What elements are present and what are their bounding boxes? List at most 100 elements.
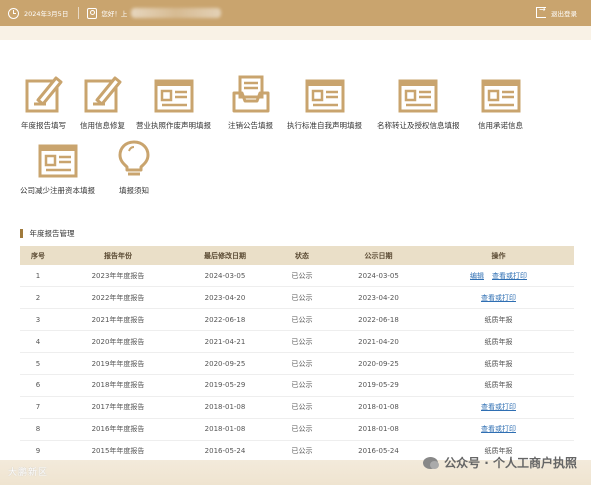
edit-link[interactable]: 编辑 bbox=[470, 272, 484, 280]
tile-label: 营业执照作废声明填报 bbox=[136, 121, 211, 130]
tile-credit-repair[interactable]: 信用信息修复 bbox=[80, 74, 125, 131]
tile-license-void[interactable]: 营业执照作废声明填报 bbox=[136, 78, 211, 131]
tile-label: 信用承诺信息 bbox=[478, 121, 523, 130]
publish-date: 2023-04-20 bbox=[334, 286, 423, 310]
report-year: 2017年年度报告 bbox=[56, 396, 180, 419]
document-card-icon bbox=[38, 144, 77, 178]
row-number: 1 bbox=[20, 265, 56, 288]
row-number: 4 bbox=[20, 330, 56, 354]
document-card-icon bbox=[305, 79, 344, 113]
report-year: 2015年年度报告 bbox=[56, 440, 180, 463]
row-operations: 纸质年报 bbox=[423, 308, 574, 332]
document-card-icon bbox=[154, 79, 193, 113]
row-number: 8 bbox=[20, 418, 56, 441]
current-date: 2024年3月5日 bbox=[24, 10, 69, 18]
status-text: 已公示 bbox=[270, 440, 334, 463]
table-row: 5 2019年年度报告 2020-09-25 已公示 2020-09-25 纸质年报 bbox=[20, 352, 574, 375]
tile-label: 信用信息修复 bbox=[80, 121, 125, 130]
table-row: 2 2022年年度报告 2023-04-20 已公示 2023-04-20 查看或打印 bbox=[20, 286, 574, 310]
tile-credit-commitment[interactable]: 信用承诺信息 bbox=[478, 78, 523, 131]
view-print-link[interactable]: 查看或打印 bbox=[481, 403, 516, 411]
tile-cancellation[interactable]: 注销公告填报 bbox=[228, 74, 273, 131]
redacted-name bbox=[131, 8, 222, 18]
status-text: 已公示 bbox=[270, 352, 334, 375]
paper-report-text: 纸质年报 bbox=[484, 315, 513, 324]
tile-standard-declaration[interactable]: 执行标准自我声明填报 bbox=[287, 78, 362, 131]
last-modified-date: 2021-04-21 bbox=[180, 330, 270, 354]
tile-filing-notice[interactable]: 填报须知 bbox=[117, 139, 151, 196]
row-number: 2 bbox=[20, 286, 56, 310]
status-text: 已公示 bbox=[270, 396, 334, 419]
last-modified-date: 2023-04-20 bbox=[180, 286, 270, 310]
status-text: 已公示 bbox=[270, 374, 334, 397]
publish-date: 2024-03-05 bbox=[334, 265, 423, 288]
footer-watermark: 大鹏新区 bbox=[8, 468, 49, 478]
table-row: 3 2021年年度报告 2022-06-18 已公示 2022-06-18 纸质年报 bbox=[20, 308, 574, 332]
status-text: 已公示 bbox=[270, 265, 334, 288]
annual-report-table: 序号 报告年份 最后修改日期 状态 公示日期 操作 1 2023年年度报告 2024… bbox=[20, 246, 574, 463]
last-modified-date: 2019-05-29 bbox=[180, 374, 270, 397]
document-card-icon bbox=[481, 79, 520, 113]
column-header: 序号 bbox=[31, 251, 45, 260]
edit-form-icon bbox=[84, 76, 121, 113]
top-bar: 2024年3月5日 您好！上 退出登录 bbox=[0, 0, 591, 26]
column-header: 公示日期 bbox=[364, 251, 393, 260]
last-modified-date: 2018-01-08 bbox=[180, 396, 270, 419]
tile-label: 填报须知 bbox=[119, 186, 149, 195]
watermark: 公众号 · 个人工商户执照 bbox=[423, 454, 577, 471]
tile-capital-reduction[interactable]: 公司减少注册资本填报 bbox=[20, 143, 95, 196]
view-print-link[interactable]: 查看或打印 bbox=[492, 272, 527, 280]
paper-report-text: 纸质年报 bbox=[484, 337, 513, 346]
table-row: 6 2018年年度报告 2019-05-29 已公示 2019-05-29 纸质年报 bbox=[20, 374, 574, 397]
table-header-row: 序号 报告年份 最后修改日期 状态 公示日期 操作 bbox=[20, 246, 574, 265]
edit-form-icon bbox=[25, 76, 62, 113]
publish-date: 2020-09-25 bbox=[334, 352, 423, 375]
report-year: 2020年年度报告 bbox=[56, 330, 180, 354]
user-icon bbox=[87, 7, 98, 19]
section-title-text: 年度报告管理 bbox=[29, 229, 75, 238]
row-operations: 查看或打印 bbox=[423, 418, 574, 441]
sub-bar bbox=[0, 26, 591, 40]
tile-name-transfer[interactable]: 名称转让及授权信息填报 bbox=[377, 78, 460, 131]
table-row: 1 2023年年度报告 2024-03-05 已公示 2024-03-05 编辑 查看或打印 bbox=[20, 265, 574, 288]
section-title: 年度报告管理 bbox=[20, 228, 75, 239]
paper-report-text: 纸质年报 bbox=[484, 381, 513, 390]
row-number: 9 bbox=[20, 440, 56, 463]
view-print-link[interactable]: 查看或打印 bbox=[481, 294, 516, 302]
table-row: 4 2020年年度报告 2021-04-21 已公示 2021-04-20 纸质年报 bbox=[20, 330, 574, 354]
publish-date: 2021-04-20 bbox=[334, 330, 423, 354]
inbox-tray-icon bbox=[232, 75, 269, 113]
row-number: 7 bbox=[20, 396, 56, 419]
clock-icon bbox=[8, 7, 19, 19]
tile-label: 年度报告填写 bbox=[21, 121, 66, 130]
column-header: 最后修改日期 bbox=[204, 251, 246, 260]
tile-label: 公司减少注册资本填报 bbox=[20, 186, 95, 195]
welcome-text: 您好！上 bbox=[101, 10, 128, 18]
report-year: 2019年年度报告 bbox=[56, 352, 180, 375]
last-modified-date: 2020-09-25 bbox=[180, 352, 270, 375]
status-text: 已公示 bbox=[270, 308, 334, 332]
view-print-link[interactable]: 查看或打印 bbox=[481, 425, 516, 433]
row-operations: 纸质年报 bbox=[423, 352, 574, 375]
tile-annual-report[interactable]: 年度报告填写 bbox=[21, 74, 66, 131]
row-operations: 查看或打印 bbox=[423, 396, 574, 419]
divider bbox=[78, 7, 80, 19]
lightbulb-icon bbox=[118, 140, 150, 176]
row-operations: 纸质年报 bbox=[423, 330, 574, 354]
row-number: 5 bbox=[20, 352, 56, 375]
last-modified-date: 2024-03-05 bbox=[180, 265, 270, 288]
document-card-icon bbox=[398, 79, 438, 113]
publish-date: 2016-05-24 bbox=[334, 440, 423, 463]
publish-date: 2018-01-08 bbox=[334, 396, 423, 419]
column-header: 状态 bbox=[295, 251, 309, 260]
logout-button[interactable]: 退出登录 bbox=[536, 5, 577, 18]
status-text: 已公示 bbox=[270, 330, 334, 354]
report-year: 2021年年度报告 bbox=[56, 308, 180, 332]
logout-icon bbox=[536, 5, 546, 18]
paper-report-text: 纸质年报 bbox=[484, 359, 513, 368]
publish-date: 2018-01-08 bbox=[334, 418, 423, 441]
column-header: 操作 bbox=[491, 251, 506, 260]
tile-label: 执行标准自我声明填报 bbox=[287, 121, 362, 130]
status-text: 已公示 bbox=[270, 418, 334, 441]
column-header: 报告年份 bbox=[104, 251, 132, 260]
